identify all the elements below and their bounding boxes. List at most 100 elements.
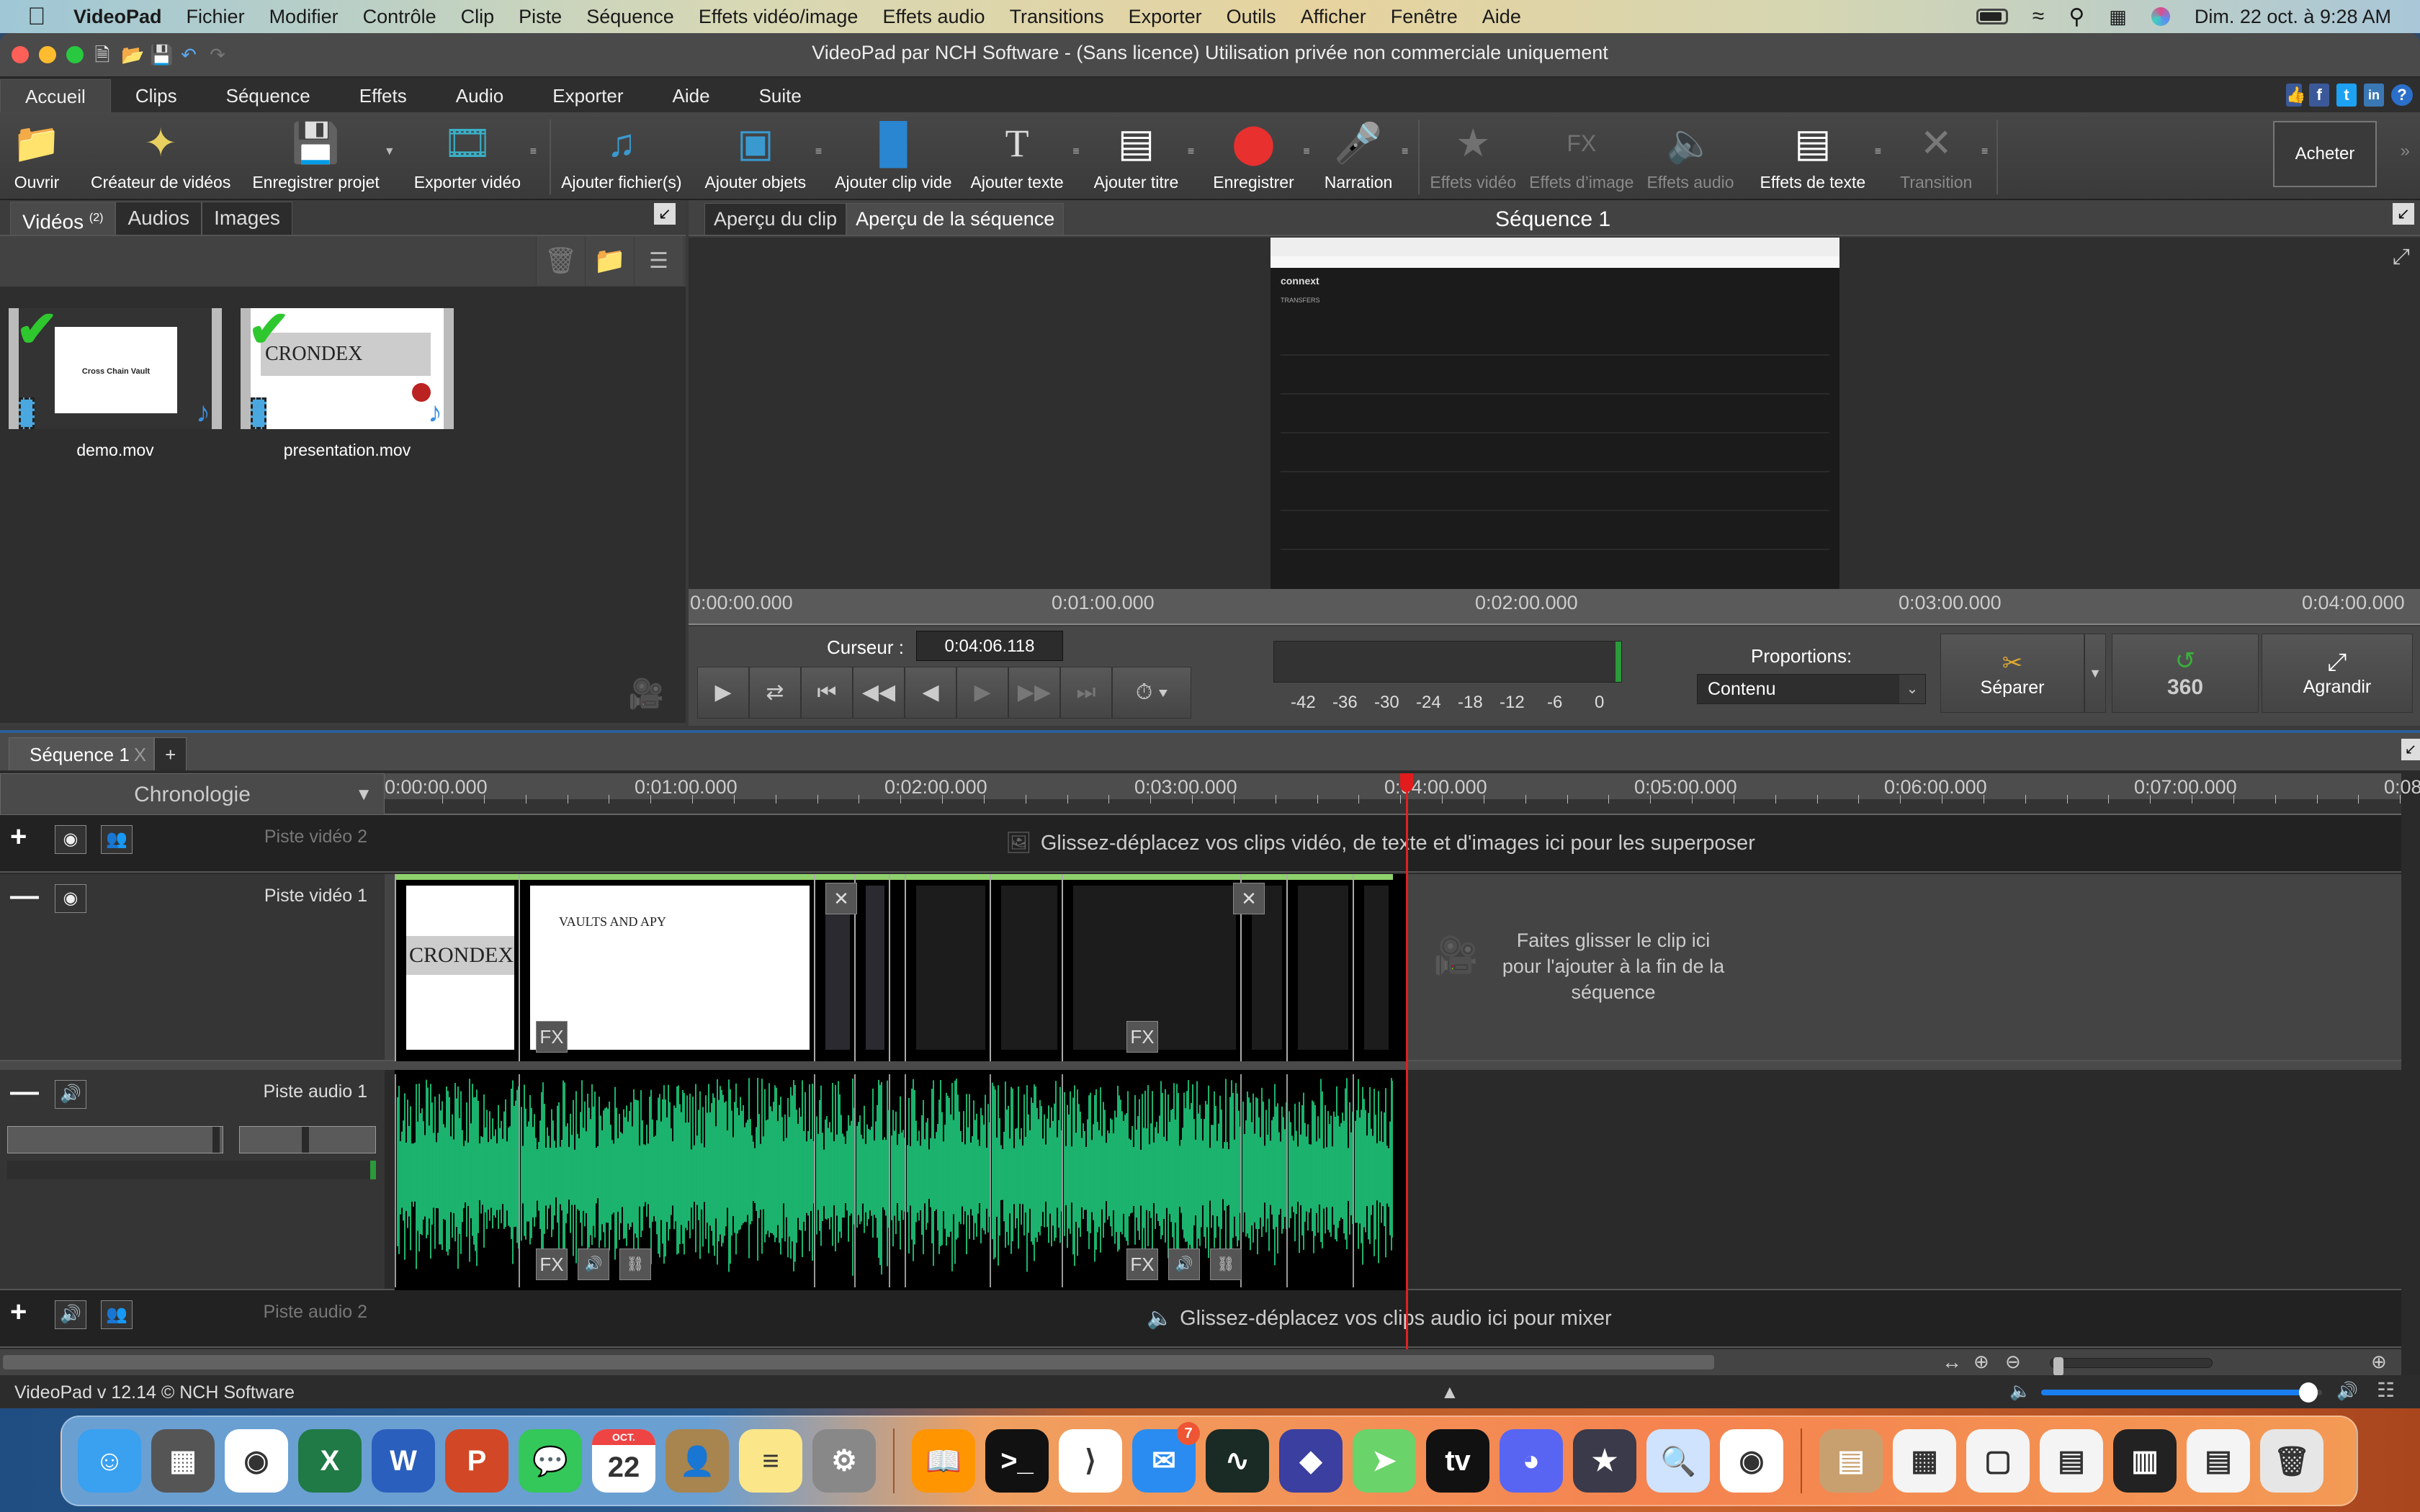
dock-item[interactable]: ∿ bbox=[1206, 1429, 1269, 1493]
menu-controle[interactable]: Contrôle bbox=[363, 6, 436, 28]
clip-fx-button[interactable]: FX bbox=[536, 1021, 568, 1053]
battery-icon[interactable] bbox=[1976, 9, 2008, 24]
track-divider[interactable] bbox=[0, 1061, 2401, 1070]
timeline-ruler[interactable]: 0:00:00.000 0:01:00.000 0:02:00.000 0:03:00… bbox=[385, 773, 2420, 815]
eye-icon[interactable]: ◉ bbox=[55, 884, 86, 913]
menu-effets-video[interactable]: Effets vidéo/image bbox=[699, 6, 859, 28]
add-sequence-button[interactable]: + bbox=[154, 737, 187, 770]
volume-knob[interactable] bbox=[2298, 1382, 2318, 1403]
dock-item[interactable]: ◆ bbox=[1279, 1429, 1343, 1493]
undock-panel-icon[interactable]: ↙ bbox=[2393, 203, 2414, 225]
siri-icon[interactable] bbox=[2151, 7, 2170, 26]
previous-clip-button[interactable]: ◀◀ bbox=[853, 667, 905, 719]
tab-clips[interactable]: Clips bbox=[111, 79, 202, 112]
media-item-presentation[interactable]: CRONDEX ✔ ♪ presentation.mov bbox=[241, 308, 454, 723]
pan-slider[interactable] bbox=[239, 1126, 376, 1153]
go-to-end-button[interactable]: ⏭ bbox=[1060, 667, 1112, 719]
clip-unlink-button[interactable]: ⛓ bbox=[619, 1248, 651, 1280]
tab-sequence[interactable]: Séquence bbox=[202, 79, 335, 112]
video-clip[interactable] bbox=[990, 874, 1062, 1061]
clip-fx-button[interactable]: FX bbox=[536, 1248, 568, 1280]
cursor-time-field[interactable]: 0:04:06.118 bbox=[916, 631, 1063, 661]
audio-clip[interactable] bbox=[814, 1074, 854, 1287]
tab-accueil[interactable]: Accueil bbox=[0, 79, 111, 112]
undock-panel-icon[interactable]: ↙ bbox=[654, 203, 676, 225]
apple-menu-icon[interactable]:  bbox=[27, 4, 49, 29]
video-clip[interactable] bbox=[854, 874, 889, 1061]
dock-item[interactable]: ☺ bbox=[78, 1429, 141, 1493]
collapse-track-icon[interactable]: — bbox=[10, 880, 39, 912]
zoom-in-icon[interactable]: ⊕ bbox=[2371, 1351, 2387, 1373]
fit-width-icon[interactable]: ↔ bbox=[1942, 1351, 1962, 1374]
menu-piste[interactable]: Piste bbox=[519, 6, 562, 28]
menu-outils[interactable]: Outils bbox=[1227, 6, 1276, 28]
slider-handle[interactable] bbox=[302, 1127, 309, 1153]
delete-icon[interactable]: 🗑 bbox=[536, 236, 585, 285]
mixer-icon[interactable]: ☷ bbox=[2377, 1378, 2395, 1402]
tab-aide[interactable]: Aide bbox=[648, 79, 735, 112]
step-forward-button[interactable]: ▶ bbox=[956, 667, 1008, 719]
export-video-dropdown[interactable]: ≡ bbox=[530, 145, 537, 158]
audio-clip[interactable] bbox=[1353, 1074, 1393, 1287]
clip-fx-button[interactable]: FX bbox=[1126, 1248, 1158, 1280]
dock-item[interactable]: ⚙ bbox=[812, 1429, 876, 1493]
video-clip[interactable] bbox=[1286, 874, 1353, 1061]
dock-item[interactable]: ▥ bbox=[2113, 1429, 2177, 1493]
preview-screen[interactable]: connext TRANSFERS ⤢ 0:00:00.000 0:01:00.… bbox=[689, 238, 2420, 625]
media-item-demo[interactable]: Cross Chain Vault ✔ ♪ demo.mov bbox=[9, 308, 222, 723]
minimize-window-button[interactable] bbox=[39, 46, 56, 63]
audio-effects-button[interactable]: 🔈 Effets audio bbox=[1646, 112, 1734, 200]
save-project-button[interactable]: 💾 Enregistrer projet ▼ bbox=[252, 112, 395, 200]
preview-scrubber[interactable]: 0:00:00.000 0:01:00.000 0:02:00.000 0:03… bbox=[689, 589, 2420, 625]
undock-panel-icon[interactable]: ↙ bbox=[2401, 739, 2420, 760]
tab-suite[interactable]: Suite bbox=[735, 79, 826, 112]
group-icon[interactable]: 👥 bbox=[101, 825, 133, 854]
expand-panel-icon[interactable]: ▲ bbox=[1440, 1381, 1459, 1403]
video-clip[interactable] bbox=[905, 874, 990, 1061]
narration-dropdown[interactable]: ≡ bbox=[1402, 145, 1408, 158]
volume-mute-icon[interactable]: 🔈 bbox=[2009, 1381, 2031, 1402]
video-clip[interactable] bbox=[889, 874, 905, 1061]
control-center-icon[interactable]: ▦ bbox=[2109, 6, 2127, 28]
menu-exporter[interactable]: Exporter bbox=[1129, 6, 1202, 28]
spotlight-icon[interactable]: ⚲ bbox=[2069, 4, 2084, 30]
zoom-window-button[interactable] bbox=[66, 46, 84, 63]
dock-item[interactable]: ⟩ bbox=[1059, 1429, 1122, 1493]
eye-icon[interactable]: ◉ bbox=[55, 825, 86, 854]
add-title-button[interactable]: ▤ Ajouter titre ≡ bbox=[1094, 112, 1195, 200]
buy-button[interactable]: Acheter bbox=[2273, 121, 2377, 187]
video-effects-button[interactable]: ★ Effets vidéo bbox=[1430, 112, 1516, 200]
tab-sequence-1[interactable]: Séquence 1X bbox=[9, 737, 155, 770]
add-objects-button[interactable]: ▣ Ajouter objets ≡ bbox=[705, 112, 823, 200]
menu-modifier[interactable]: Modifier bbox=[269, 6, 339, 28]
transition-button[interactable]: ✕ Transition ≡ bbox=[1900, 112, 1988, 200]
audio-clip[interactable] bbox=[889, 1074, 905, 1287]
add-objects-dropdown[interactable]: ≡ bbox=[815, 145, 822, 158]
help-icon[interactable]: ? bbox=[2391, 84, 2413, 106]
group-icon[interactable]: 👥 bbox=[101, 1300, 133, 1329]
dock-item[interactable]: 👤 bbox=[666, 1429, 729, 1493]
split-dropdown[interactable]: ▼ bbox=[2084, 634, 2106, 713]
dock-item[interactable]: 💬 bbox=[519, 1429, 582, 1493]
transition-icon[interactable]: ✕ bbox=[1233, 883, 1265, 914]
volume-slider[interactable] bbox=[7, 1126, 223, 1153]
add-text-dropdown[interactable]: ≡ bbox=[1072, 145, 1079, 158]
collapse-track-icon[interactable]: — bbox=[10, 1076, 39, 1108]
tab-effets[interactable]: Effets bbox=[335, 79, 431, 112]
menu-effets-audio[interactable]: Effets audio bbox=[882, 6, 985, 28]
video-clip[interactable]: CRONDEX bbox=[395, 874, 519, 1061]
redo-icon[interactable]: ↷ bbox=[207, 43, 228, 66]
dock-item[interactable]: ▦ bbox=[151, 1429, 215, 1493]
go-to-start-button[interactable]: ⏮ bbox=[801, 667, 853, 719]
text-effects-button[interactable]: ▤ Effets de texte ≡ bbox=[1760, 112, 1882, 200]
menu-fichier[interactable]: Fichier bbox=[187, 6, 245, 28]
clip-volume-button[interactable]: 🔊 bbox=[1168, 1248, 1200, 1280]
dock-item[interactable]: ▤ bbox=[1819, 1429, 1883, 1493]
open-button[interactable]: 📁 Ouvrir bbox=[12, 112, 62, 200]
audio-clip[interactable] bbox=[1240, 1074, 1286, 1287]
dock-item[interactable]: ★ bbox=[1573, 1429, 1636, 1493]
zoom-selection-icon[interactable]: ⊕ bbox=[1973, 1351, 1989, 1373]
proportions-select[interactable]: Contenu ⌄ bbox=[1697, 674, 1926, 704]
add-blank-clip-button[interactable]: █ Ajouter clip vide bbox=[835, 112, 951, 200]
text-effects-dropdown[interactable]: ≡ bbox=[1875, 145, 1881, 158]
